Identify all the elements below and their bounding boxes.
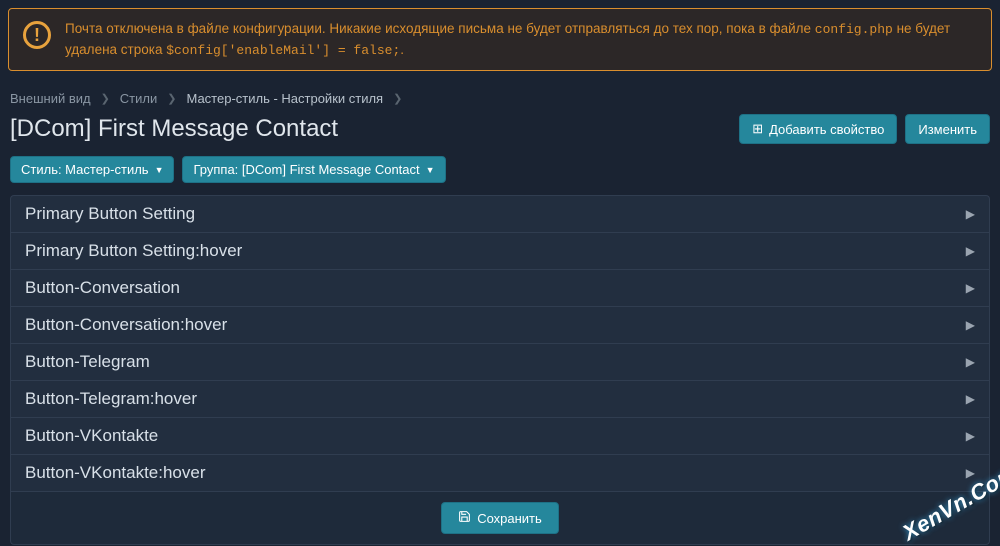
property-label: Primary Button Setting:hover [25, 241, 242, 261]
chevron-right-icon: ▶ [966, 207, 975, 221]
breadcrumb-link-appearance[interactable]: Внешний вид [10, 91, 91, 106]
property-label: Button-Telegram [25, 352, 150, 372]
chevron-right-icon: ▶ [966, 355, 975, 369]
group-filter-label: Группа: [DCom] First Message Contact [193, 162, 419, 177]
mail-disabled-alert: ! Почта отключена в файле конфигурации. … [8, 8, 992, 71]
property-row[interactable]: Primary Button Setting:hover ▶ [10, 232, 990, 269]
warning-icon: ! [23, 21, 51, 49]
property-row[interactable]: Primary Button Setting ▶ [10, 195, 990, 232]
property-label: Button-VKontakte:hover [25, 463, 206, 483]
property-label: Primary Button Setting [25, 204, 195, 224]
property-row[interactable]: Button-Conversation ▶ [10, 269, 990, 306]
property-row[interactable]: Button-Telegram:hover ▶ [10, 380, 990, 417]
property-row[interactable]: Button-Telegram ▶ [10, 343, 990, 380]
property-label: Button-Telegram:hover [25, 389, 197, 409]
chevron-right-icon: ▶ [966, 392, 975, 406]
footer-bar: Сохранить [10, 491, 990, 545]
page-title: [DCom] First Message Contact [10, 115, 338, 143]
property-label: Button-Conversation [25, 278, 180, 298]
add-property-button[interactable]: ⊞ Добавить свойство [739, 114, 897, 144]
edit-button[interactable]: Изменить [905, 114, 990, 144]
chevron-right-icon: ▶ [966, 281, 975, 295]
property-row[interactable]: Button-VKontakte:hover ▶ [10, 454, 990, 491]
property-row[interactable]: Button-VKontakte ▶ [10, 417, 990, 454]
chevron-right-icon: ❯ [101, 92, 110, 105]
chevron-right-icon: ▶ [966, 429, 975, 443]
property-label: Button-VKontakte [25, 426, 158, 446]
save-icon [458, 510, 471, 526]
plus-icon: ⊞ [752, 121, 763, 137]
breadcrumb: Внешний вид ❯ Стили ❯ Мастер-стиль - Нас… [0, 79, 1000, 114]
chevron-right-icon: ▶ [966, 244, 975, 258]
breadcrumb-current: Мастер-стиль - Настройки стиля [186, 91, 383, 106]
chevron-right-icon: ▶ [966, 318, 975, 332]
property-label: Button-Conversation:hover [25, 315, 227, 335]
breadcrumb-link-styles[interactable]: Стили [120, 91, 157, 106]
chevron-right-icon: ❯ [393, 92, 402, 105]
group-filter-dropdown[interactable]: Группа: [DCom] First Message Contact ▼ [182, 156, 445, 183]
alert-text: Почта отключена в файле конфигурации. Ни… [65, 19, 977, 60]
style-filter-label: Стиль: Мастер-стиль [21, 162, 149, 177]
caret-down-icon: ▼ [426, 165, 435, 175]
caret-down-icon: ▼ [155, 165, 164, 175]
save-button[interactable]: Сохранить [441, 502, 559, 534]
add-property-label: Добавить свойство [769, 122, 884, 137]
style-filter-dropdown[interactable]: Стиль: Мастер-стиль ▼ [10, 156, 174, 183]
chevron-right-icon: ❯ [167, 92, 176, 105]
chevron-right-icon: ▶ [966, 466, 975, 480]
property-row[interactable]: Button-Conversation:hover ▶ [10, 306, 990, 343]
save-label: Сохранить [477, 511, 542, 526]
property-list: Primary Button Setting ▶ Primary Button … [10, 195, 990, 491]
